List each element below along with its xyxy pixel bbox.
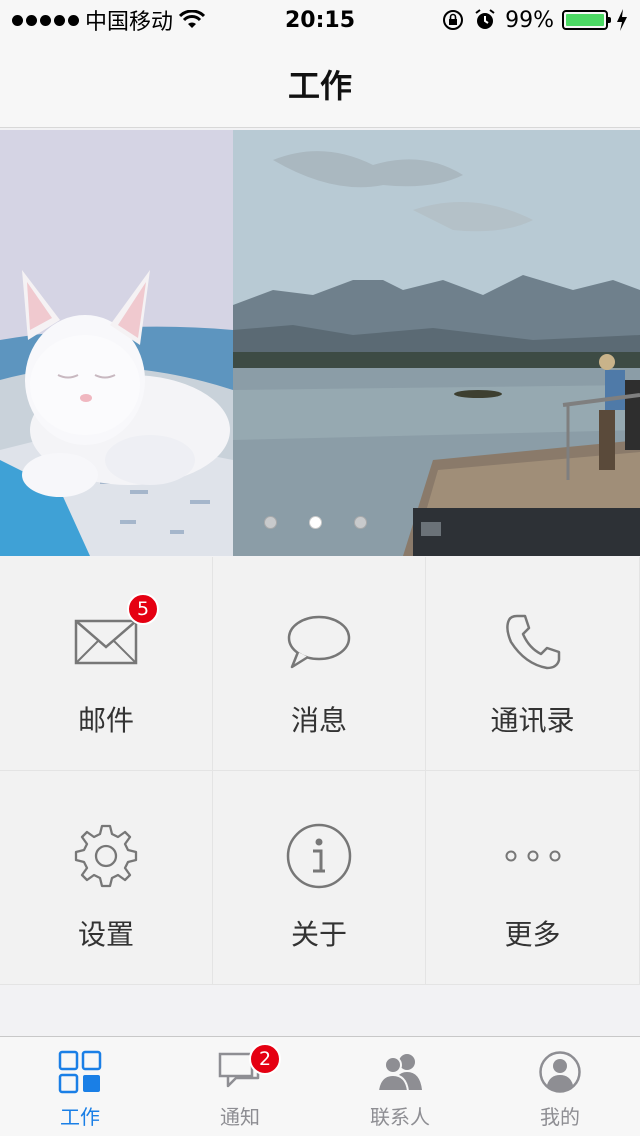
phone-icon	[505, 614, 560, 670]
grid-icon	[58, 1050, 102, 1094]
banner-carousel[interactable]	[0, 130, 640, 556]
grid-item-about[interactable]: 关于	[213, 771, 426, 985]
tab-icon-work	[57, 1049, 103, 1095]
tab-label-profile: 我的	[540, 1105, 580, 1129]
pager-dot-2[interactable]	[309, 516, 322, 529]
tab-work[interactable]: 工作	[0, 1037, 160, 1136]
carrier-label: 中国移动	[85, 10, 174, 35]
notification-badge: 2	[249, 1043, 281, 1075]
wifi-icon	[179, 10, 206, 28]
grid-item-more[interactable]: 更多	[426, 771, 640, 985]
banner-slide-lake[interactable]	[233, 130, 640, 556]
gear-icon-wrap	[61, 821, 151, 891]
grid-label-settings: 设置	[77, 918, 134, 951]
phone-icon-wrap	[488, 607, 578, 677]
more-icon	[505, 850, 560, 862]
grid-label-mail: 邮件	[77, 704, 134, 737]
grid-item-messages[interactable]: 消息	[213, 557, 426, 771]
mail-icon	[74, 619, 138, 665]
charging-icon	[617, 9, 627, 31]
tab-contacts[interactable]: 联系人	[320, 1037, 480, 1136]
grid-item-settings[interactable]: 设置	[0, 771, 213, 985]
tab-label-contacts: 联系人	[370, 1105, 430, 1129]
orientation-lock-icon	[443, 10, 464, 30]
info-icon	[286, 823, 352, 889]
contacts-icon	[377, 1054, 422, 1092]
banner-pager[interactable]	[264, 516, 367, 529]
function-grid: 5 邮件 消息 通讯录 设置 关于 更多	[0, 557, 640, 985]
status-left: 中国移动	[12, 4, 206, 36]
status-right: 99%	[441, 8, 628, 33]
alarm-icon	[475, 9, 495, 29]
battery-percent: 99%	[505, 7, 554, 33]
mail-badge: 5	[127, 593, 159, 625]
banner-slide-cat[interactable]	[0, 130, 233, 556]
grid-label-more: 更多	[504, 918, 561, 951]
pager-dot-3[interactable]	[354, 516, 367, 529]
profile-icon	[539, 1051, 581, 1093]
signal-dots-icon	[12, 14, 79, 26]
tab-profile[interactable]: 我的	[480, 1037, 640, 1136]
battery-icon	[562, 10, 611, 30]
grid-label-messages: 消息	[290, 704, 347, 737]
pager-dot-1[interactable]	[264, 516, 277, 529]
tab-icon-notifications: 2	[217, 1043, 281, 1095]
tab-label-notifications: 通知	[220, 1105, 260, 1129]
status-bar: 中国移动 20:15 99%	[0, 0, 640, 40]
chat-bubble-icon	[287, 615, 351, 669]
tab-notifications[interactable]: 2 通知	[160, 1037, 320, 1136]
mail-icon-wrap: 5	[61, 593, 159, 677]
grid-item-contacts[interactable]: 通讯录	[426, 557, 640, 771]
nav-bar: 工作	[0, 40, 640, 128]
grid-label-about: 关于	[290, 918, 347, 951]
lake-image	[233, 130, 640, 556]
info-icon-wrap	[274, 821, 364, 891]
cat-image	[0, 130, 233, 556]
more-icon-wrap	[488, 821, 578, 891]
page-title: 工作	[287, 66, 352, 105]
grid-item-mail[interactable]: 5 邮件	[0, 557, 213, 771]
tab-bar: 工作 2 通知 联系人 我的	[0, 1036, 640, 1136]
tab-icon-profile	[537, 1049, 583, 1095]
tab-label-work: 工作	[60, 1105, 100, 1129]
chat-icon-wrap	[274, 607, 364, 677]
gear-icon	[74, 824, 138, 888]
grid-label-contacts: 通讯录	[490, 704, 575, 737]
tab-icon-contacts	[377, 1049, 423, 1095]
